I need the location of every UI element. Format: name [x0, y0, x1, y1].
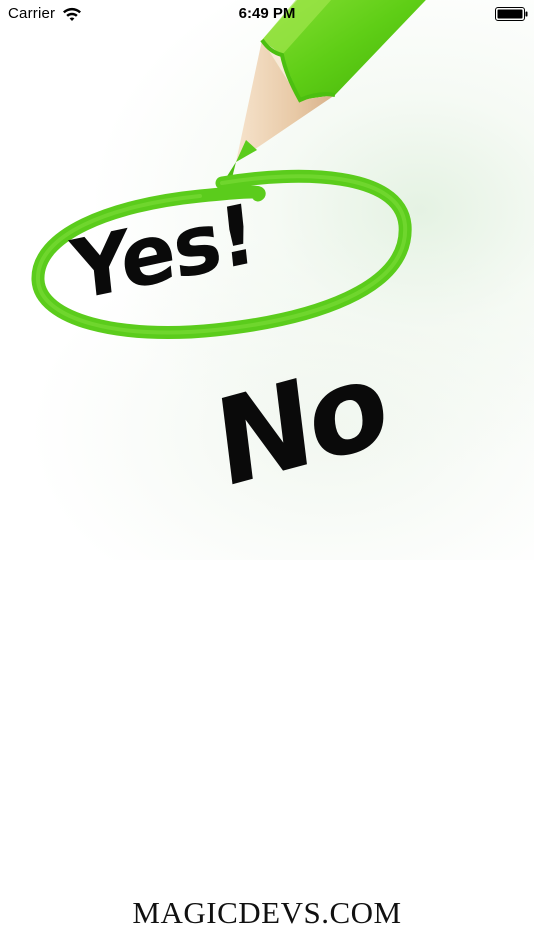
status-bar: Carrier 6:49 PM: [0, 0, 534, 30]
no-label: No: [209, 333, 392, 515]
battery-icon: [495, 7, 528, 21]
status-time: 6:49 PM: [238, 5, 296, 22]
yes-option: Yes!: [66, 187, 259, 321]
no-option: No: [209, 333, 392, 515]
splash-screen: Carrier 6:49 PM Yes! No MAGICDEVS.COM: [0, 0, 534, 950]
brand-footer: MAGICDEVS.COM: [132, 895, 402, 930]
yes-label: Yes!: [66, 187, 259, 321]
yes-no-illustration: Yes! No: [31, 0, 426, 515]
